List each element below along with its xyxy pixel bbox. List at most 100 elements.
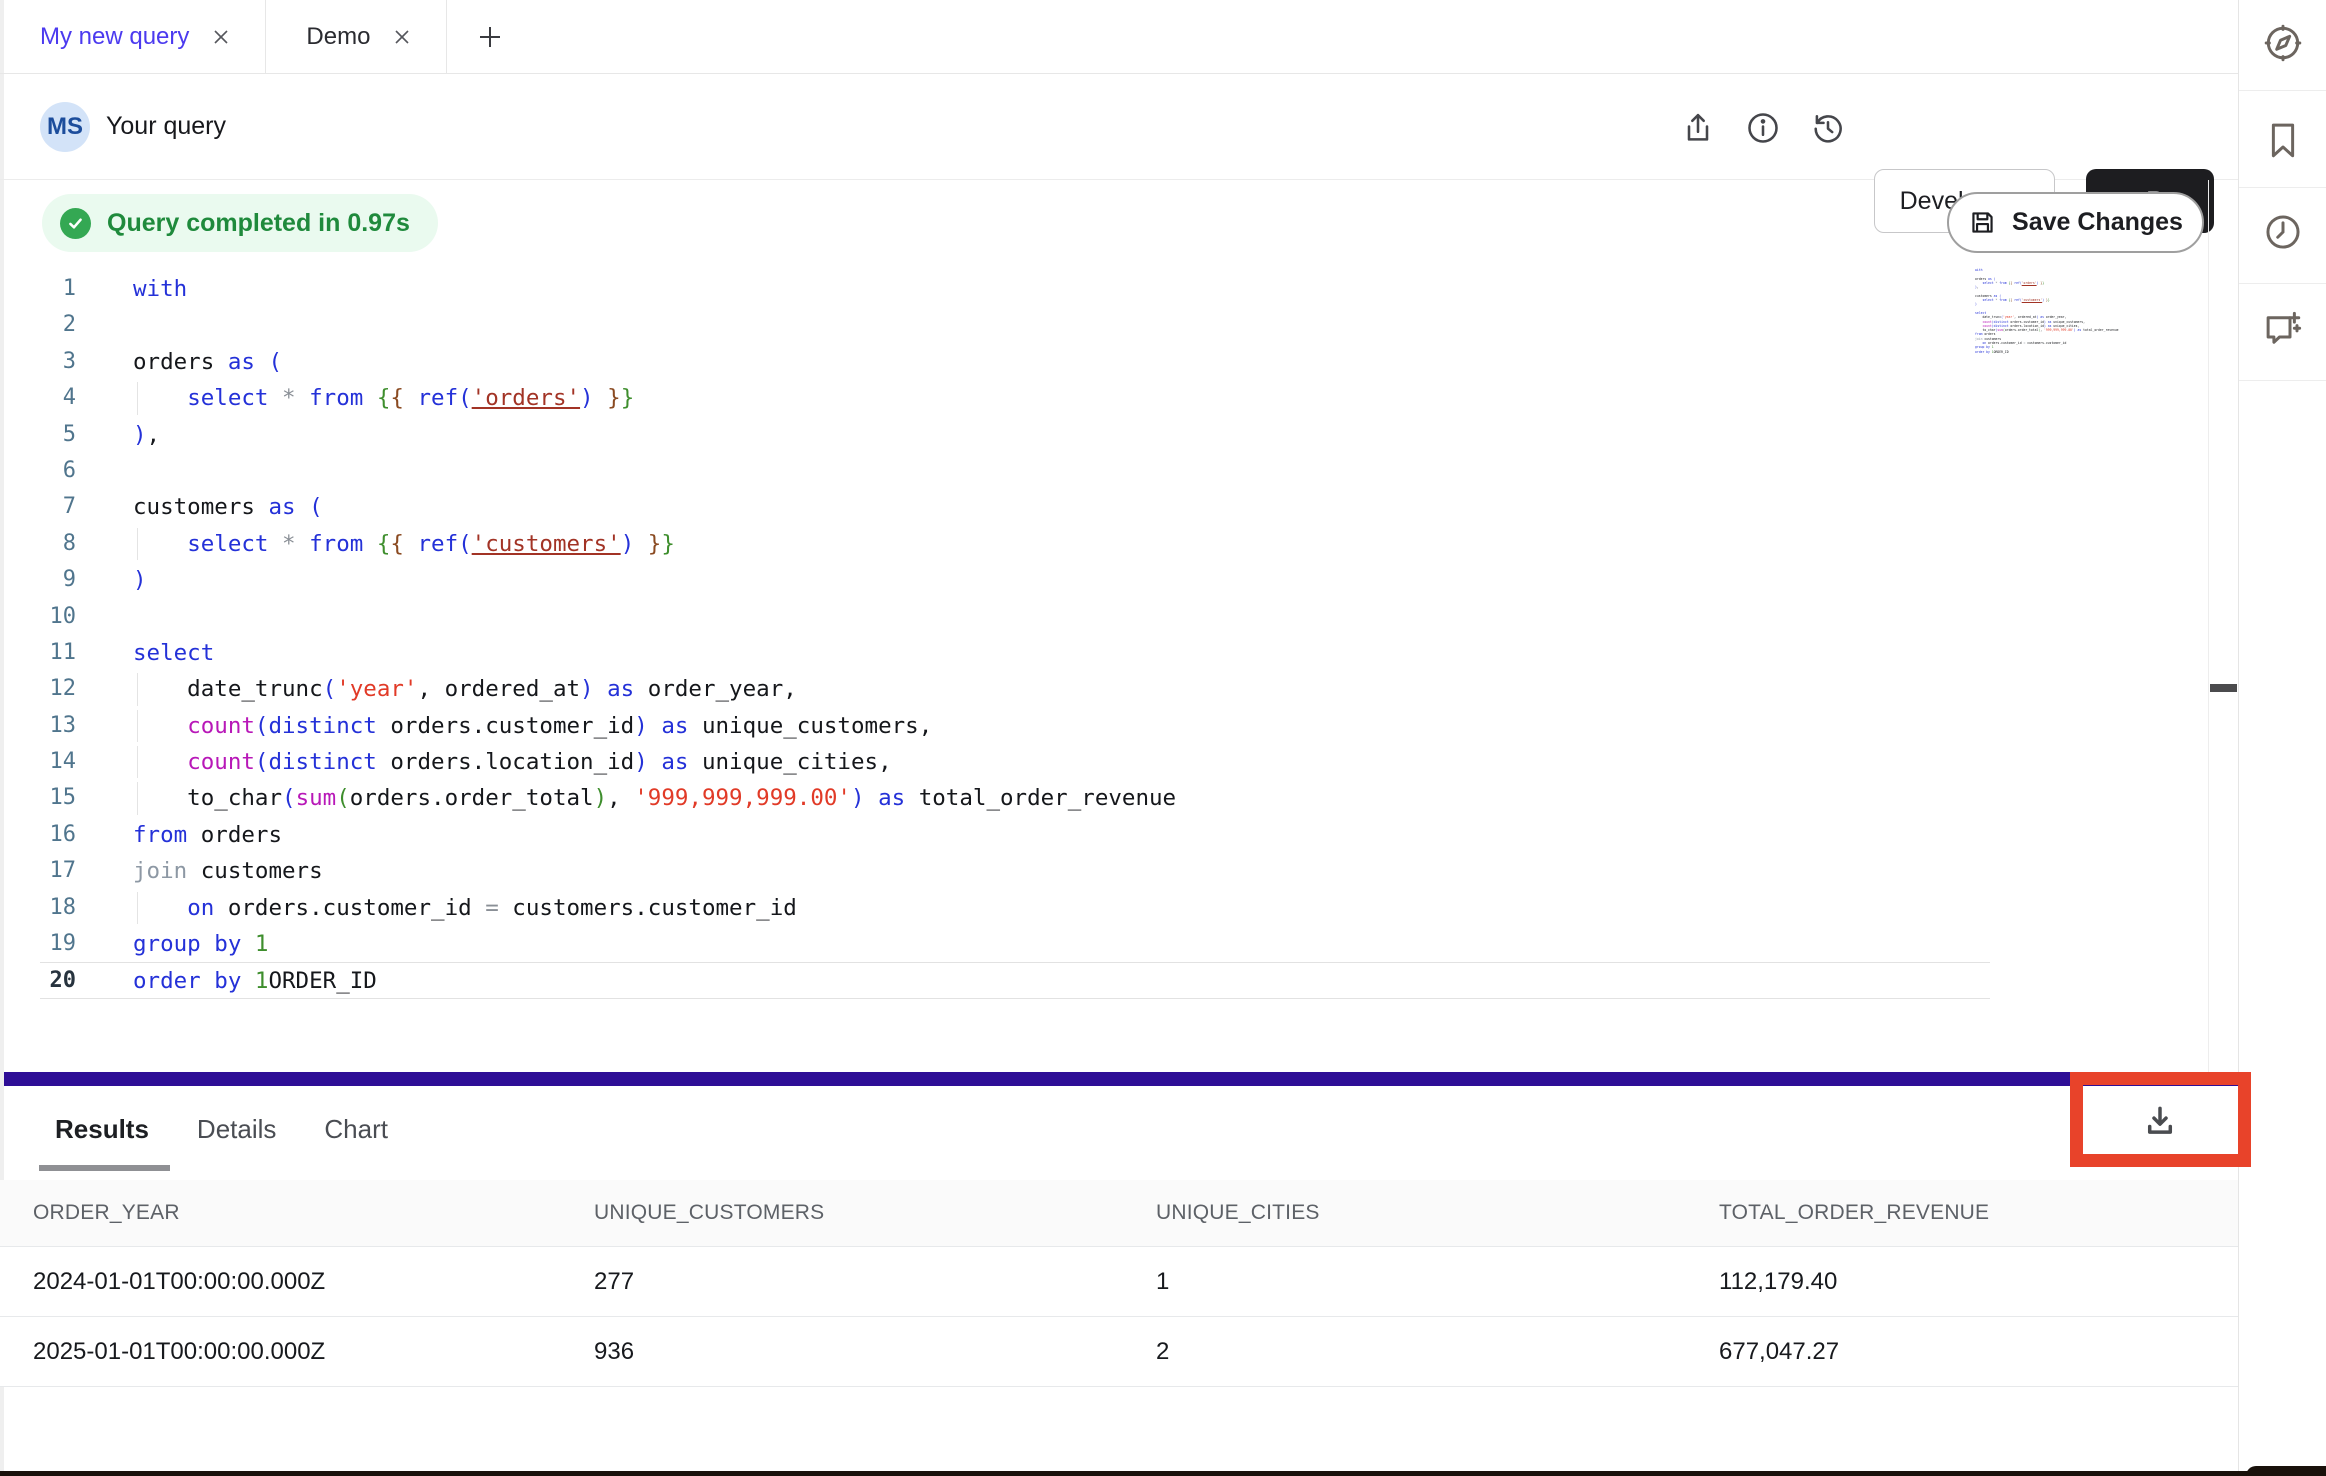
line-number: 11 [40, 635, 76, 671]
code-line[interactable]: 11select [40, 635, 1990, 671]
compass-icon[interactable] [2239, 0, 2326, 91]
line-number: 4 [40, 380, 76, 416]
line-number: 9 [40, 562, 76, 598]
code-line[interactable]: 19group by 1 [40, 926, 1990, 962]
indent-guide [137, 710, 138, 742]
table-cell: 112,179.40 [1719, 1268, 2250, 1296]
column-header[interactable]: UNIQUE_CUSTOMERS [594, 1201, 1156, 1225]
code-line[interactable]: 4 select * from {{ ref('orders') }} [40, 380, 1990, 416]
code-line[interactable]: 18 on orders.customer_id = customers.cus… [40, 890, 1990, 926]
save-label: Save Changes [2012, 208, 2183, 237]
table-cell: 2025-01-01T00:00:00.000Z [33, 1338, 594, 1366]
indent-guide [137, 892, 138, 924]
indent-guide [137, 782, 138, 814]
history-icon[interactable] [1810, 110, 1846, 146]
line-number: 20 [40, 963, 76, 997]
ai-chat-icon[interactable] [2239, 282, 2326, 378]
column-header[interactable]: UNIQUE_CITIES [1156, 1201, 1719, 1225]
close-icon[interactable] [392, 27, 412, 47]
tab-label: Demo [306, 23, 370, 51]
line-number: 10 [40, 599, 76, 635]
minimap[interactable]: withorders as ( select * from {{ ref('or… [1975, 268, 2133, 354]
clock-icon[interactable] [2239, 184, 2326, 280]
window-bottom-edge [0, 1471, 2326, 1476]
share-icon[interactable] [1680, 110, 1716, 146]
table-cell: 2024-01-01T00:00:00.000Z [33, 1268, 594, 1296]
code-line[interactable]: 8 select * from {{ ref('customers') }} [40, 526, 1990, 562]
line-number: 15 [40, 780, 76, 816]
table-row: 2024-01-01T00:00:00.000Z2771112,179.40 [0, 1246, 2250, 1316]
code-line[interactable]: 20order by 1ORDER_ID [40, 962, 1990, 998]
page-title: Your query [106, 112, 226, 141]
bookmark-icon[interactable] [2239, 92, 2326, 188]
table-cell: 1 [1156, 1268, 1719, 1296]
active-tab-underline [39, 1165, 170, 1171]
code-line[interactable]: 17join customers [40, 853, 1990, 889]
annotation-highlight-box [2070, 1072, 2251, 1167]
results-tab-details[interactable]: Details [197, 1114, 276, 1145]
sidebar-divider [2239, 90, 2326, 91]
results-tab-results[interactable]: Results [55, 1114, 149, 1145]
indent-guide [137, 746, 138, 778]
tab-label: My new query [40, 23, 189, 51]
code-line[interactable]: 16from orders [40, 817, 1990, 853]
scrollbar-thumb[interactable] [2210, 684, 2237, 692]
table-cell: 677,047.27 [1719, 1338, 2250, 1366]
line-number: 12 [40, 671, 76, 707]
tab-demo[interactable]: Demo [266, 0, 447, 73]
code-line[interactable]: 6 [40, 453, 1990, 489]
code-line[interactable]: 12 date_trunc('year', ordered_at) as ord… [40, 671, 1990, 707]
code-line[interactable]: 7customers as ( [40, 489, 1990, 525]
query-tab-bar: My new query Demo [0, 0, 2238, 74]
line-number: 1 [40, 271, 76, 307]
right-icon-sidebar [2238, 0, 2326, 1476]
line-number: 17 [40, 853, 76, 889]
table-end-border [0, 1386, 2250, 1387]
code-line[interactable]: 1with [40, 271, 1990, 307]
panel-resize-divider[interactable] [4, 1072, 2238, 1086]
line-number: 7 [40, 489, 76, 525]
indent-guide [137, 382, 138, 414]
sidebar-divider [2239, 380, 2326, 381]
info-icon[interactable] [1745, 110, 1781, 146]
line-number: 13 [40, 708, 76, 744]
line-number: 19 [40, 926, 76, 962]
line-number: 3 [40, 344, 76, 380]
code-line[interactable]: 5), [40, 417, 1990, 453]
line-number: 14 [40, 744, 76, 780]
plus-icon [477, 24, 503, 50]
save-icon [1968, 208, 1997, 237]
line-number: 18 [40, 890, 76, 926]
app-window: My new query Demo MS Your query Develop [0, 0, 2326, 1476]
new-tab-button[interactable] [447, 0, 533, 73]
code-line: order by 1ORDER_ID [1975, 350, 2133, 354]
table-cell: 2 [1156, 1338, 1719, 1366]
code-line[interactable]: 15 to_char(sum(orders.order_total), '999… [40, 780, 1990, 816]
close-icon[interactable] [211, 27, 231, 47]
table-row: 2025-01-01T00:00:00.000Z9362677,047.27 [0, 1316, 2250, 1386]
line-number: 8 [40, 526, 76, 562]
code-line[interactable]: 9) [40, 562, 1990, 598]
sql-editor[interactable]: 1with23orders as (4 select * from {{ ref… [40, 271, 1990, 999]
status-badge: Query completed in 0.97s [42, 194, 438, 252]
line-number: 6 [40, 453, 76, 489]
table-cell: 277 [594, 1268, 1156, 1296]
avatar[interactable]: MS [40, 102, 90, 152]
line-number: 2 [40, 307, 76, 343]
line-number: 16 [40, 817, 76, 853]
editor-scroll-track [2208, 180, 2209, 1072]
code-line[interactable]: 3orders as ( [40, 344, 1990, 380]
save-changes-button[interactable]: Save Changes [1947, 192, 2204, 253]
code-line[interactable]: 10 [40, 599, 1990, 635]
results-tab-chart[interactable]: Chart [324, 1114, 388, 1145]
code-line[interactable]: 14 count(distinct orders.location_id) as… [40, 744, 1990, 780]
column-header[interactable]: ORDER_YEAR [33, 1201, 594, 1225]
tab-my-new-query[interactable]: My new query [0, 0, 266, 73]
code-line[interactable]: 2 [40, 307, 1990, 343]
table-header-row: ORDER_YEARUNIQUE_CUSTOMERSUNIQUE_CITIEST… [0, 1180, 2250, 1246]
line-number: 5 [40, 417, 76, 453]
column-header[interactable]: TOTAL_ORDER_REVENUE [1719, 1201, 2250, 1225]
check-icon [60, 208, 91, 239]
results-table: ORDER_YEARUNIQUE_CUSTOMERSUNIQUE_CITIEST… [0, 1180, 2250, 1387]
code-line[interactable]: 13 count(distinct orders.customer_id) as… [40, 708, 1990, 744]
